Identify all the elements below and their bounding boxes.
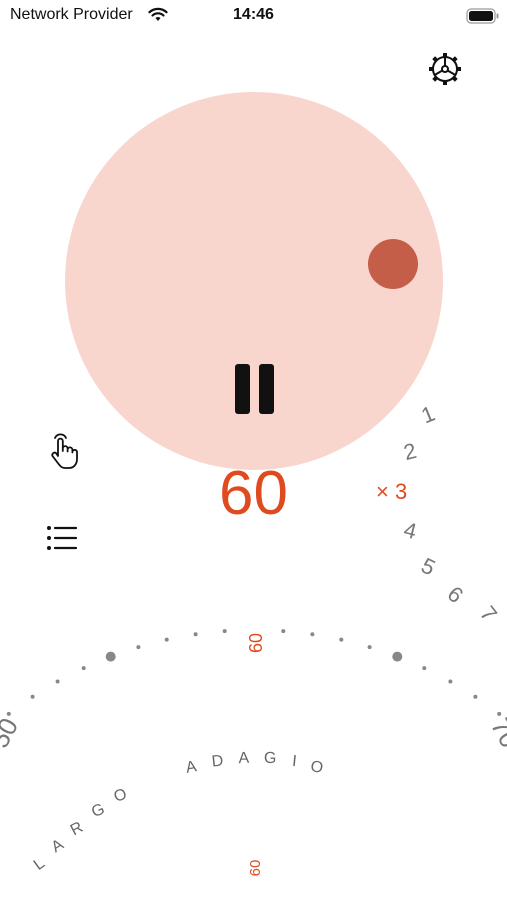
svg-text:A: A: [184, 758, 198, 777]
dial-tick-dots: [6, 629, 502, 716]
dial-minor-tick: [367, 645, 372, 650]
svg-text:G: G: [89, 801, 107, 822]
dial-major-tick: [105, 651, 116, 662]
dial-left-value: 50: [0, 713, 24, 753]
dial-minor-tick: [81, 666, 86, 671]
dial-minor-tick: [339, 637, 344, 642]
svg-text:A: A: [49, 836, 67, 856]
dial-minor-tick: [473, 694, 478, 699]
dial-major-tick: [392, 651, 403, 662]
dial-minor-tick: [55, 679, 60, 684]
dial-minor-tick: [222, 629, 227, 634]
svg-text:L: L: [31, 855, 48, 874]
dial-minor-tick: [310, 632, 315, 637]
dial-minor-tick: [422, 666, 427, 671]
svg-text:D: D: [211, 752, 224, 770]
svg-text:A: A: [238, 750, 250, 767]
dial-minor-tick: [193, 632, 198, 637]
dial-minor-tick: [30, 694, 35, 699]
tempo-term-adagio: ADAGIO: [184, 750, 324, 777]
svg-text:G: G: [264, 750, 277, 767]
dial-minor-tick: [164, 637, 169, 642]
dial-minor-tick: [448, 679, 453, 684]
svg-text:O: O: [309, 758, 324, 777]
tempo-term-largo: LARGO: [31, 786, 129, 874]
dial-minor-tick: [136, 645, 141, 650]
dial-minor-tick: [497, 711, 502, 716]
svg-text:O: O: [112, 786, 130, 806]
dial-inner-marker: 60: [247, 860, 264, 877]
svg-text:I: I: [291, 753, 297, 770]
dial-minor-tick: [6, 711, 11, 716]
dial-minor-tick: [281, 629, 286, 634]
svg-text:R: R: [68, 819, 86, 839]
tempo-dial[interactable]: 60 50 70 ADAGIO LARGO 60: [0, 0, 507, 900]
dial-right-value: 70: [485, 713, 507, 753]
dial-current-marker: 60: [246, 633, 266, 653]
